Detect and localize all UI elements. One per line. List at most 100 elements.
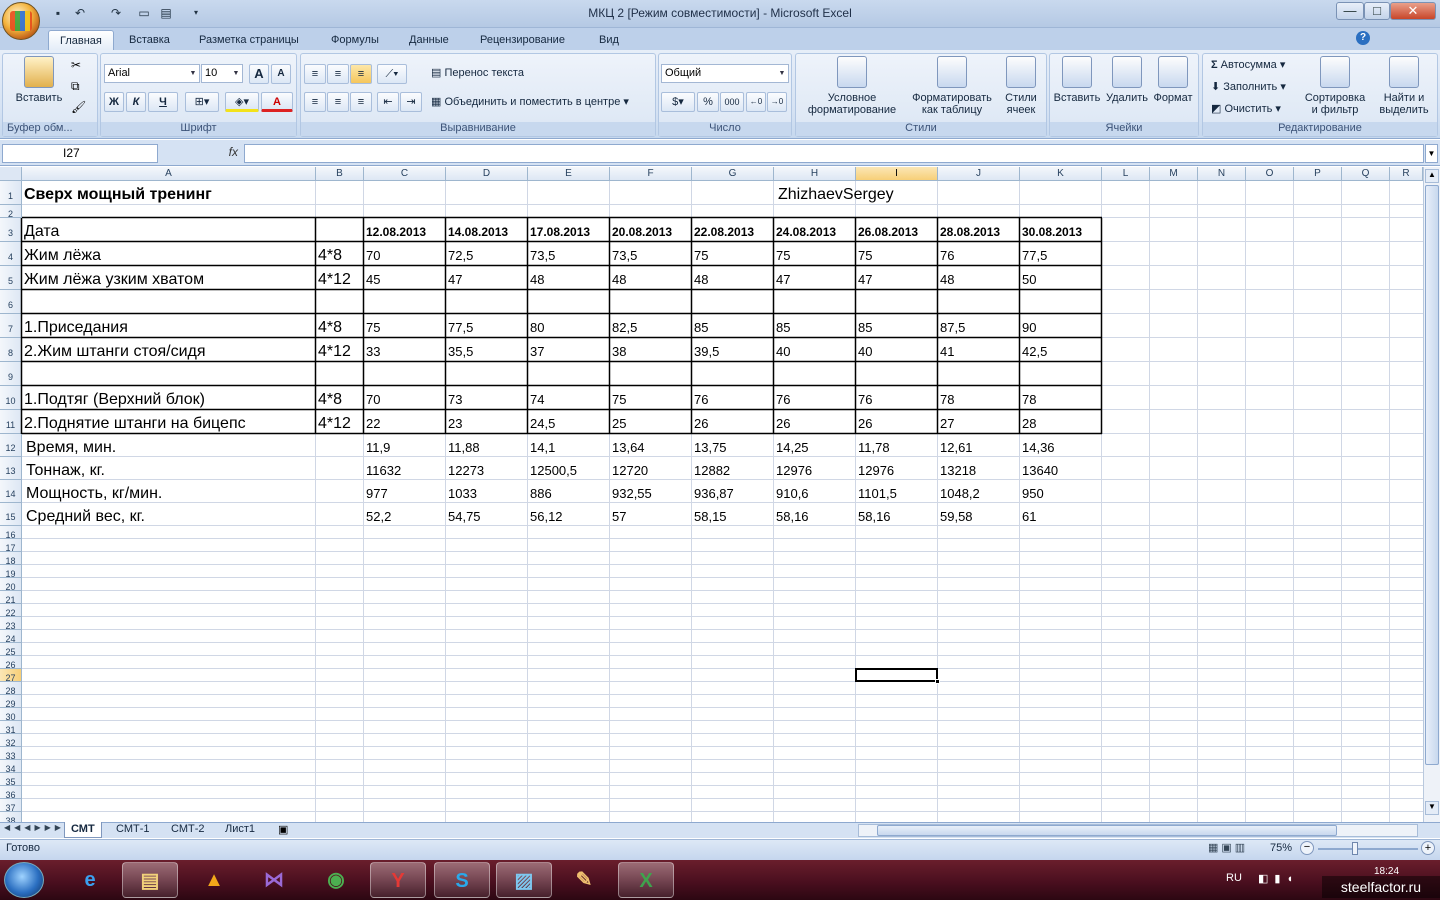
- exercise-value-cell[interactable]: 78: [1020, 386, 1036, 410]
- exercise-value-cell[interactable]: 45: [364, 266, 380, 290]
- grow-font-button[interactable]: A: [249, 64, 269, 84]
- exercise-value-cell[interactable]: 76: [692, 386, 708, 410]
- row-header-29[interactable]: 29: [0, 695, 22, 709]
- cell-a3-date-label[interactable]: Дата: [22, 218, 59, 242]
- row-header-30[interactable]: 30: [0, 708, 22, 722]
- exercise-value-cell[interactable]: 47: [774, 266, 790, 290]
- column-header-m[interactable]: M: [1150, 167, 1198, 181]
- cut-icon[interactable]: ✂: [71, 58, 81, 72]
- exercise-value-cell[interactable]: 73,5: [610, 242, 637, 266]
- exercise-value-cell[interactable]: 77,5: [446, 314, 473, 338]
- exercise-value-cell[interactable]: 33: [364, 338, 380, 362]
- sheet-tab-smt[interactable]: СМТ: [64, 822, 102, 838]
- cell-styles-button[interactable]: Стили ячеек: [998, 56, 1044, 116]
- cell-a1-title[interactable]: Сверх мощный тренинг: [22, 181, 212, 205]
- insert-sheet-icon[interactable]: ▣: [278, 823, 288, 836]
- currency-icon[interactable]: $▾: [661, 92, 695, 112]
- language-indicator[interactable]: RU: [1226, 872, 1242, 884]
- chrome-icon[interactable]: ◉: [308, 862, 364, 898]
- fill-color-button[interactable]: ◈▾: [225, 92, 259, 112]
- wrap-text-button[interactable]: ▤ Перенос текста: [431, 64, 524, 82]
- bold-button[interactable]: Ж: [104, 92, 124, 112]
- exercise-value-cell[interactable]: 82,5: [610, 314, 637, 338]
- insert-function-button[interactable]: fx: [160, 144, 242, 163]
- stat-name-cell[interactable]: Мощность, кг/мин.: [22, 480, 162, 503]
- delete-cells-button[interactable]: Удалить: [1102, 56, 1152, 104]
- exercise-value-cell[interactable]: 75: [774, 242, 790, 266]
- stat-value-cell[interactable]: 910,6: [774, 480, 809, 503]
- paste-button[interactable]: Вставить: [9, 56, 69, 104]
- row-header-34[interactable]: 34: [0, 760, 22, 774]
- exercise-value-cell[interactable]: 22: [364, 410, 380, 434]
- help-icon[interactable]: ?: [1356, 31, 1370, 45]
- exercise-value-cell[interactable]: 24,5: [528, 410, 555, 434]
- row-header-15[interactable]: 15: [0, 503, 22, 526]
- increase-indent-icon[interactable]: ⇥: [400, 92, 422, 112]
- zoom-out-icon[interactable]: −: [1300, 841, 1314, 855]
- exercise-value-cell[interactable]: 73: [446, 386, 462, 410]
- column-header-h[interactable]: H: [774, 167, 856, 181]
- selected-cell[interactable]: [855, 668, 938, 682]
- sheet-tab-smt-1[interactable]: СМТ-1: [110, 822, 155, 838]
- row-header-9[interactable]: 9: [0, 362, 22, 386]
- file-explorer-icon[interactable]: ▤: [122, 862, 178, 898]
- column-header-k[interactable]: K: [1020, 167, 1102, 181]
- row-header-21[interactable]: 21: [0, 591, 22, 605]
- exercise-value-cell[interactable]: 40: [856, 338, 872, 362]
- exercise-value-cell[interactable]: 70: [364, 386, 380, 410]
- underline-button[interactable]: Ч: [148, 92, 178, 112]
- stat-value-cell[interactable]: 61: [1020, 503, 1036, 526]
- exercise-name-cell[interactable]: 1.Приседания: [22, 314, 128, 338]
- row-header-4[interactable]: 4: [0, 242, 22, 266]
- select-all-button[interactable]: [0, 167, 22, 181]
- scroll-down-icon[interactable]: ▼: [1425, 801, 1439, 815]
- view-buttons-icon[interactable]: ▦▣▥: [1208, 841, 1262, 857]
- sort-filter-button[interactable]: Сортировка и фильтр: [1301, 56, 1369, 116]
- exercise-name-cell[interactable]: 2.Поднятие штанги на бицепс: [22, 410, 246, 434]
- scroll-up-icon[interactable]: ▲: [1425, 169, 1439, 183]
- date-header-cell[interactable]: 28.08.2013: [938, 218, 1000, 242]
- tab-review[interactable]: Рецензирование: [478, 30, 567, 50]
- row-header-19[interactable]: 19: [0, 565, 22, 579]
- sheet-nav-arrows-icon[interactable]: ◀◀◀▶▶▶: [4, 823, 65, 832]
- paint-icon[interactable]: ✎: [556, 862, 612, 898]
- row-header-5[interactable]: 5: [0, 266, 22, 290]
- row-header-10[interactable]: 10: [0, 386, 22, 410]
- stat-value-cell[interactable]: 12882: [692, 457, 730, 480]
- align-right-icon[interactable]: ≡: [350, 92, 372, 112]
- stat-value-cell[interactable]: 58,15: [692, 503, 727, 526]
- exercise-value-cell[interactable]: 48: [938, 266, 954, 290]
- skype-icon[interactable]: S: [434, 862, 490, 898]
- exercise-value-cell[interactable]: 37: [528, 338, 544, 362]
- minimize-button[interactable]: —: [1336, 2, 1364, 20]
- conditional-formatting-button[interactable]: Условное форматирование: [798, 56, 906, 116]
- format-cells-button[interactable]: Формат: [1150, 56, 1196, 104]
- row-header-11[interactable]: 11: [0, 410, 22, 434]
- tab-page-layout[interactable]: Разметка страницы: [197, 30, 301, 50]
- font-color-button[interactable]: A: [261, 92, 293, 112]
- exercise-name-cell[interactable]: Жим лёжа: [22, 242, 101, 266]
- column-header-e[interactable]: E: [528, 167, 610, 181]
- stat-name-cell[interactable]: Тоннаж, кг.: [22, 457, 105, 480]
- office-button[interactable]: [2, 2, 40, 40]
- exercise-value-cell[interactable]: 25: [610, 410, 626, 434]
- stat-value-cell[interactable]: 950: [1020, 480, 1044, 503]
- name-box[interactable]: I27: [2, 144, 158, 163]
- column-header-l[interactable]: L: [1102, 167, 1150, 181]
- font-name-select[interactable]: Arial ▼: [104, 64, 200, 83]
- exercise-value-cell[interactable]: 35,5: [446, 338, 473, 362]
- stat-value-cell[interactable]: 56,12: [528, 503, 563, 526]
- stat-value-cell[interactable]: 932,55: [610, 480, 652, 503]
- stat-value-cell[interactable]: 886: [528, 480, 552, 503]
- row-header-6[interactable]: 6: [0, 290, 22, 314]
- sheet-tab-list1[interactable]: Лист1: [219, 822, 261, 838]
- clear-button[interactable]: ◩ Очистить ▾: [1211, 100, 1281, 118]
- row-header-20[interactable]: 20: [0, 578, 22, 592]
- column-header-o[interactable]: O: [1246, 167, 1294, 181]
- exercise-value-cell[interactable]: 26: [692, 410, 708, 434]
- aimp-icon[interactable]: ▲: [186, 862, 242, 898]
- stat-value-cell[interactable]: 13,75: [692, 434, 727, 457]
- tab-formulas[interactable]: Формулы: [329, 30, 381, 50]
- row-header-18[interactable]: 18: [0, 552, 22, 566]
- horizontal-scrollbar[interactable]: [858, 824, 1418, 837]
